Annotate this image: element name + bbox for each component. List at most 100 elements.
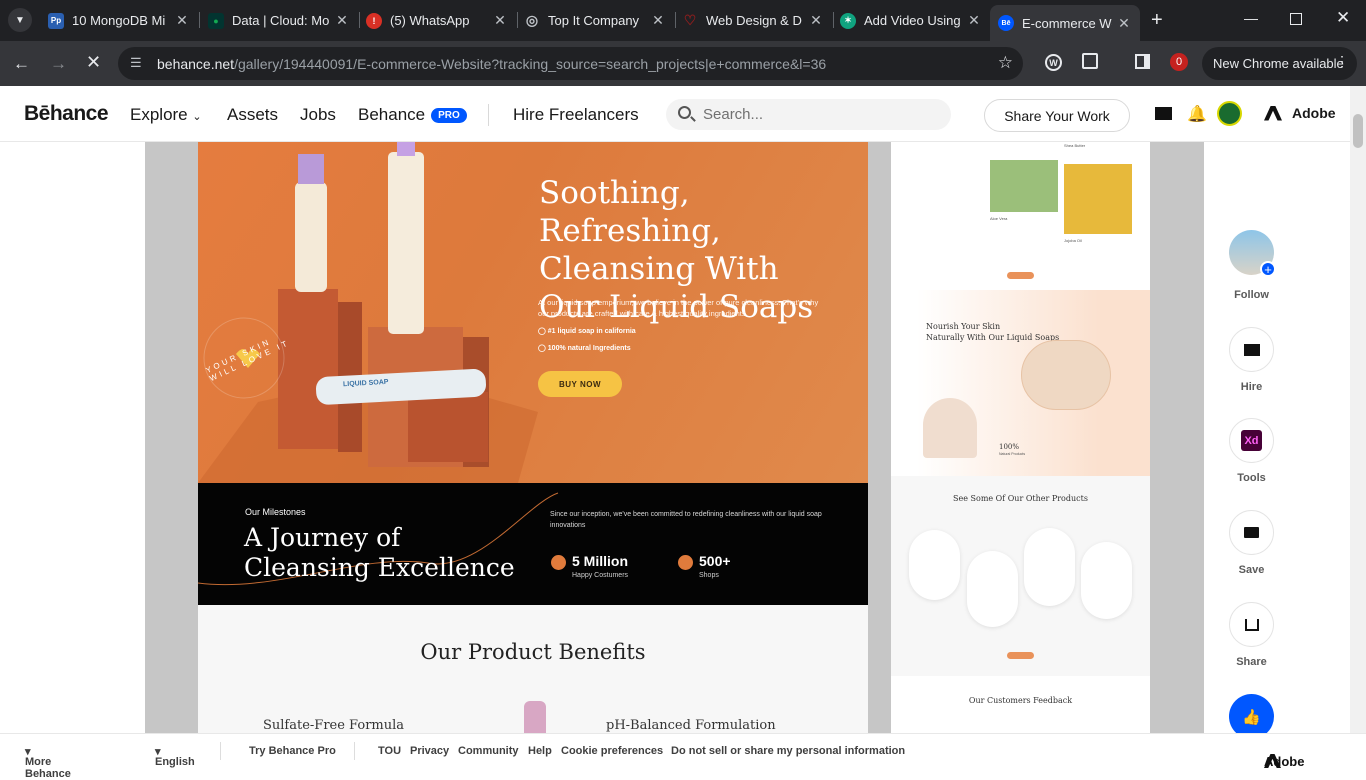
stat-customers-label: Happy Costumers [572, 572, 629, 579]
tab-title: (5) WhatsApp [390, 13, 470, 28]
search-input[interactable]: Search... [666, 99, 951, 130]
pro-badge: PRO [431, 108, 467, 123]
follow-plus-icon[interactable]: + [1260, 261, 1276, 277]
footer-link-help[interactable]: Help [528, 745, 552, 757]
update-label: New Chrome available [1213, 56, 1344, 71]
nourish-line-2: Naturally With Our Liquid Soaps [926, 333, 1060, 342]
premiere-icon: Pp [48, 12, 64, 29]
browser-tab[interactable]: ! (5) WhatsApp ✕ [358, 7, 516, 34]
browser-tab[interactable]: ● Data | Cloud: Mo ✕ [200, 7, 358, 34]
page-scrollbar[interactable] [1350, 86, 1366, 733]
browser-tab[interactable]: Pp 10 MongoDB Mi ✕ [40, 7, 198, 34]
bell-icon[interactable]: 🔔 [1187, 104, 1207, 124]
stop-loading-icon[interactable]: ✕ [86, 52, 101, 73]
more-label: More Behance [25, 756, 71, 780]
close-tab-icon[interactable]: ✕ [1116, 15, 1132, 32]
update-chrome-button[interactable]: New Chrome available ⋮ [1202, 47, 1357, 80]
hand-image [1021, 340, 1111, 410]
footer-link-tou[interactable]: TOU [378, 745, 401, 757]
adobe-label: Adobe [1264, 754, 1305, 769]
hero-check-1: ◯ #1 liquid soap in california [538, 328, 636, 335]
preview-column[interactable]: Aloe Vera Jojoba Oil Shea Butter Nourish… [891, 142, 1150, 733]
openai-icon: ✶ [840, 12, 856, 29]
nav-behance-label: Behance [358, 105, 426, 124]
product-card [909, 530, 960, 600]
close-tab-icon[interactable]: ✕ [334, 12, 350, 29]
extension-badge[interactable]: 0 [1170, 53, 1188, 71]
nav-assets[interactable]: Assets [227, 105, 278, 125]
nav-behance-pro[interactable]: Behance PRO [358, 105, 467, 125]
minimize-button[interactable]: — [1244, 10, 1258, 26]
hire-button[interactable] [1229, 327, 1274, 372]
bookmark-star-icon[interactable]: ☆ [998, 53, 1013, 73]
browser-tab[interactable]: ✶ Add Video Using ✕ [832, 7, 990, 34]
milestones-title-1: A Journey of [244, 523, 401, 552]
nav-explore[interactable]: Explore ⌄ [130, 105, 202, 125]
close-tab-icon[interactable]: ✕ [808, 12, 824, 29]
extensions-puzzle-icon[interactable] [1082, 53, 1098, 69]
footer-link-privacy[interactable]: Privacy [410, 745, 449, 757]
adobe-logo-icon [1264, 105, 1282, 121]
project-action-sidebar: + Follow Hire Xd Tools Save Share 👍 [1206, 142, 1350, 733]
behance-logo[interactable]: Bēhance [24, 102, 109, 126]
footer-link-do-not-sell[interactable]: Do not sell or share my personal informa… [671, 745, 905, 757]
browser-tab[interactable]: ◎ Top It Company ✕ [516, 7, 674, 34]
tab-title: Web Design & D [706, 13, 802, 28]
browser-tab[interactable]: ♡ Web Design & D ✕ [674, 7, 832, 34]
tab-title: E-commerce We [1022, 15, 1112, 31]
benefits-section: Our Product Benefits Sulfate-Free Formul… [198, 605, 868, 733]
mail-icon[interactable] [1155, 107, 1172, 120]
hero-section[interactable]: LIQUID SOAP YOUR SKIN WILL LOVE IT Sooth… [198, 142, 868, 483]
shea-label: Shea Butter [1064, 143, 1086, 148]
footer-more-behance[interactable]: More Behance ▾ [25, 745, 71, 780]
footer-link-cookies[interactable]: Cookie preferences [561, 745, 663, 757]
nav-jobs[interactable]: Jobs [300, 105, 336, 125]
footer-try-pro[interactable]: Try Behance Pro [249, 745, 336, 757]
new-tab-button[interactable]: + [1151, 9, 1163, 32]
hero-subtitle: At our liquid soap emporium, we believe … [538, 298, 819, 318]
browser-toolbar: ← → ✕ ☰ behance.net/gallery/194440091/E-… [0, 41, 1366, 86]
globe-icon: ◎ [525, 12, 539, 28]
browser-tab-active[interactable]: Bē E-commerce We ✕ [990, 5, 1140, 41]
buy-now-button[interactable]: BUY NOW [538, 371, 622, 397]
side-panel-icon[interactable] [1135, 54, 1150, 69]
product-card [1024, 528, 1075, 606]
share-icon [1244, 618, 1259, 631]
url-host: behance.net [157, 55, 235, 72]
nav-hire-freelancers[interactable]: Hire Freelancers [513, 105, 639, 125]
milestones-section: Our Milestones A Journey of Cleansing Ex… [198, 483, 868, 605]
save-button[interactable] [1229, 510, 1274, 555]
tools-button[interactable]: Xd [1229, 418, 1274, 463]
tab-search-button[interactable]: ▼ [8, 8, 32, 32]
chevron-down-icon: ⌄ [192, 111, 202, 123]
other-products-panel: See Some Of Our Other Products [891, 476, 1150, 676]
adobe-link[interactable]: Adobe [1264, 105, 1336, 121]
back-arrow-icon[interactable]: ← [13, 54, 30, 74]
milestones-desc: Since our inception, we've been committe… [550, 511, 822, 529]
restore-button[interactable] [1290, 13, 1302, 25]
close-tab-icon[interactable]: ✕ [174, 12, 190, 29]
adobe-xd-icon: Xd [1241, 430, 1262, 451]
footer-language[interactable]: English ▾ [155, 745, 195, 768]
close-tab-icon[interactable]: ✕ [650, 12, 666, 29]
close-window-button[interactable]: ✕ [1336, 8, 1350, 28]
close-tab-icon[interactable]: ✕ [966, 12, 982, 29]
oil-label: Jojoba Oil [1064, 238, 1082, 243]
tab-title: Top It Company [548, 13, 640, 28]
site-settings-icon[interactable]: ☰ [130, 55, 142, 71]
project-stage: LIQUID SOAP YOUR SKIN WILL LOVE IT Sooth… [0, 142, 1350, 733]
wordpress-extension-icon[interactable]: W [1045, 54, 1062, 71]
avatar[interactable] [1217, 101, 1242, 126]
scrollbar-thumb[interactable] [1353, 114, 1363, 148]
share-button[interactable] [1229, 602, 1274, 647]
appreciate-button[interactable]: 👍 [1229, 694, 1274, 733]
stat-shops-value: 500+ [699, 553, 731, 569]
aloe-label: Aloe Vera [990, 216, 1008, 221]
forward-arrow-icon[interactable]: → [50, 54, 67, 74]
behance-footer: More Behance ▾ English ▾ Try Behance Pro… [0, 733, 1366, 780]
close-tab-icon[interactable]: ✕ [492, 12, 508, 29]
footer-link-community[interactable]: Community [458, 745, 519, 757]
address-bar[interactable]: ☰ behance.net/gallery/194440091/E-commer… [118, 47, 1023, 80]
footer-divider [220, 742, 221, 760]
share-your-work-button[interactable]: Share Your Work [984, 99, 1130, 132]
